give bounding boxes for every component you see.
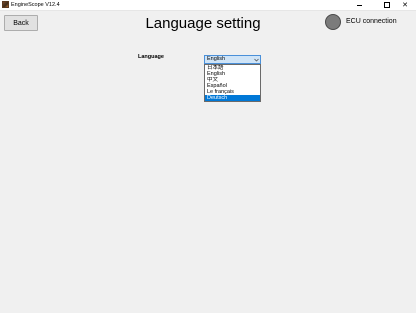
language-select[interactable]: English: [204, 55, 261, 64]
language-select-value: English: [207, 56, 226, 62]
window-title: EngineScope V12.4: [11, 2, 60, 8]
maximize-icon: [384, 2, 390, 8]
ecu-connection-label: ECU connection: [346, 18, 397, 25]
window-titlebar: EngineScope V12.4 ✕: [0, 0, 416, 11]
language-dropdown-list: 日本語 English 中文 Español Le français Deuts…: [204, 64, 261, 102]
minimize-button[interactable]: [348, 0, 370, 10]
page-title-text: Language setting: [145, 15, 261, 32]
close-button[interactable]: ✕: [394, 0, 416, 10]
minimize-icon: [356, 4, 362, 6]
language-label: Language: [138, 54, 164, 60]
ecu-status-indicator: [325, 14, 341, 30]
close-icon: ✕: [402, 2, 408, 9]
chevron-down-icon[interactable]: [253, 56, 259, 63]
language-option-german[interactable]: Deutsch: [205, 95, 260, 101]
app-icon: [2, 1, 9, 8]
